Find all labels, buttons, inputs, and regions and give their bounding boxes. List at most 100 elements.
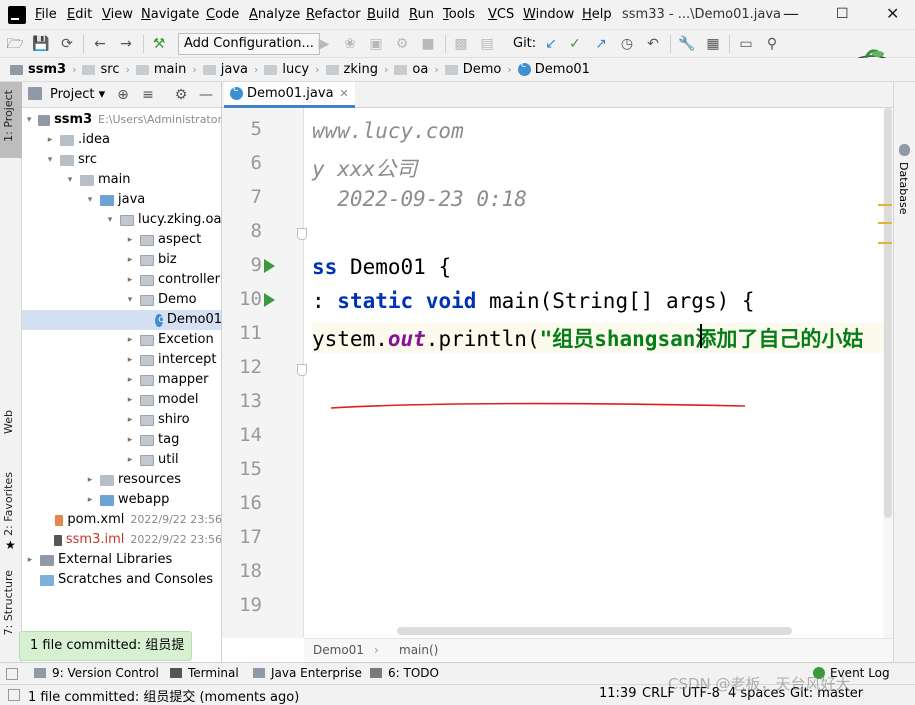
warning-marker[interactable]	[878, 222, 892, 224]
git-update-icon[interactable]: ↙	[542, 35, 560, 53]
collapse-all-icon[interactable]: ≡	[139, 86, 157, 104]
expand-arrow-icon[interactable]: ▸	[124, 270, 136, 290]
save-icon[interactable]: 💾	[32, 35, 50, 53]
tab-version-control[interactable]: 9: Version Control	[34, 666, 159, 680]
run-gutter-icon[interactable]	[264, 293, 275, 307]
hide-panel-icon[interactable]: —	[197, 86, 215, 104]
build-hammer-icon[interactable]: ⚒	[150, 35, 168, 53]
breadcrumb-item[interactable]: Demo	[444, 62, 501, 77]
project-view-selector[interactable]: Project ▾	[50, 87, 105, 102]
caret-position[interactable]: 11:39	[599, 686, 636, 701]
tree-item[interactable]: ▾ ssm3 E:\Users\Administrator	[22, 110, 221, 130]
tree-item[interactable]: ▸ mapper	[22, 370, 221, 390]
tool-tab-structure[interactable]: 7: Structure	[2, 570, 15, 635]
menu-navigate[interactable]: Navigate	[141, 7, 199, 22]
settings-wrench-icon[interactable]: 🔧	[678, 35, 696, 53]
tree-item[interactable]: ▾ java	[22, 190, 221, 210]
tree-item[interactable]: ▾ src	[22, 150, 221, 170]
add-configuration-button[interactable]: Add Configuration...	[178, 33, 320, 55]
tree-item[interactable]: ▾ main	[22, 170, 221, 190]
expand-arrow-icon[interactable]: ▾	[44, 150, 56, 170]
gear-icon[interactable]: ⚙	[172, 86, 190, 104]
tree-item[interactable]: pom.xml 2022/9/22 23:56	[22, 510, 221, 530]
menu-file[interactable]: File	[35, 7, 57, 22]
tool-tab-favorites[interactable]: 2: Favorites	[2, 472, 15, 536]
tree-item[interactable]: ▸ aspect	[22, 230, 221, 250]
tree-item[interactable]: ▾ Demo	[22, 290, 221, 310]
breadcrumb-item[interactable]: lucy	[264, 62, 309, 77]
profile-icon[interactable]: ⚙	[393, 35, 411, 53]
tab-java-enterprise[interactable]: Java Enterprise	[253, 666, 362, 680]
crumb-class[interactable]: Demo01	[313, 643, 364, 657]
menu-help[interactable]: Help	[582, 7, 612, 22]
close-icon[interactable]: ✕	[886, 4, 899, 23]
tree-item[interactable]: ▸ resources	[22, 470, 221, 490]
expand-arrow-icon[interactable]: ▸	[24, 550, 36, 570]
expand-arrow-icon[interactable]: ▸	[124, 230, 136, 250]
locate-target-icon[interactable]: ⊕	[114, 86, 132, 104]
expand-arrow-icon[interactable]: ▾	[124, 290, 136, 310]
rollback-icon[interactable]: ↶	[644, 35, 662, 53]
tool-tab-project[interactable]: 1: Project	[2, 90, 15, 142]
deploy-icon[interactable]: ▤	[478, 35, 496, 53]
layout-toggle-icon[interactable]	[6, 668, 18, 680]
tree-item[interactable]: ▸ intercept	[22, 350, 221, 370]
stop-icon[interactable]: ■	[419, 35, 437, 53]
git-commit-icon[interactable]: ✓	[566, 35, 584, 53]
breadcrumb-item[interactable]: ssm3	[10, 62, 66, 77]
editor-tab-demo01[interactable]: Demo01.java ✕	[224, 82, 355, 108]
expand-arrow-icon[interactable]: ▸	[124, 430, 136, 450]
code-area[interactable]: www.lucy.com y xxx公司 2022-09-23 0:18 ss De…	[304, 108, 884, 638]
tree-item[interactable]: ▸ webapp	[22, 490, 221, 510]
open-folder-icon[interactable]: 🗁	[6, 35, 24, 53]
tool-tab-database[interactable]: Database	[897, 162, 910, 215]
back-arrow-icon[interactable]: ←	[91, 35, 109, 53]
tree-item[interactable]: ▸ shiro	[22, 410, 221, 430]
presentation-icon[interactable]: ▭	[737, 35, 755, 53]
breadcrumb-item[interactable]: src	[82, 62, 119, 77]
expand-arrow-icon[interactable]: ▸	[124, 330, 136, 350]
expand-arrow-icon[interactable]: ▸	[44, 130, 56, 150]
breadcrumb-item[interactable]: Demo01	[517, 59, 590, 77]
menu-vcs[interactable]: VCS	[488, 7, 514, 22]
warning-marker[interactable]	[878, 242, 892, 244]
git-push-icon[interactable]: ↗	[592, 35, 610, 53]
breadcrumb-item[interactable]: zking	[325, 62, 378, 77]
tree-item[interactable]: ▾ lucy.zking.oa	[22, 210, 221, 230]
run-gutter-icon[interactable]	[264, 259, 275, 273]
tab-terminal[interactable]: Terminal	[170, 666, 239, 680]
tree-item[interactable]: Demo01	[22, 310, 221, 330]
status-toggle-icon[interactable]	[8, 689, 20, 701]
tab-todo[interactable]: 6: TODO	[370, 666, 439, 680]
run-icon[interactable]: ▶	[315, 35, 333, 53]
menu-build[interactable]: Build	[367, 7, 400, 22]
tree-item[interactable]: ▸ util	[22, 450, 221, 470]
expand-arrow-icon[interactable]: ▸	[124, 410, 136, 430]
maximize-icon[interactable]: ☐	[836, 6, 849, 22]
breadcrumb-item[interactable]: main	[135, 62, 186, 77]
scrollbar-thumb[interactable]	[884, 108, 892, 518]
expand-arrow-icon[interactable]: ▾	[24, 110, 34, 130]
expand-arrow-icon[interactable]: ▸	[124, 390, 136, 410]
expand-arrow-icon[interactable]: ▸	[124, 250, 136, 270]
tree-item[interactable]: ssm3.iml 2022/9/22 23:56	[22, 530, 221, 550]
menu-view[interactable]: View	[102, 7, 133, 22]
menu-code[interactable]: Code	[206, 7, 239, 22]
menu-tools[interactable]: Tools	[443, 7, 475, 22]
expand-arrow-icon[interactable]: ▾	[104, 210, 116, 230]
status-message[interactable]: 1 file committed: 组员提交 (moments ago)	[28, 686, 299, 705]
search-icon[interactable]: ⚲	[763, 35, 781, 53]
warning-marker[interactable]	[878, 204, 892, 206]
expand-arrow-icon[interactable]: ▾	[84, 190, 96, 210]
expand-arrow-icon[interactable]: ▸	[124, 350, 136, 370]
menu-run[interactable]: Run	[409, 7, 434, 22]
history-icon[interactable]: ◷	[618, 35, 636, 53]
menu-refactor[interactable]: Refactor	[306, 7, 361, 22]
crumb-method[interactable]: main()	[399, 643, 438, 657]
tree-item[interactable]: ▸ .idea	[22, 130, 221, 150]
tree-item[interactable]: ▸ External Libraries	[22, 550, 221, 570]
debug-icon[interactable]: ❀	[341, 35, 359, 53]
tree-item[interactable]: ▸ tag	[22, 430, 221, 450]
expand-arrow-icon[interactable]: ▸	[84, 470, 96, 490]
commit-notification-toast[interactable]: 1 file committed: 组员提交	[19, 631, 192, 681]
